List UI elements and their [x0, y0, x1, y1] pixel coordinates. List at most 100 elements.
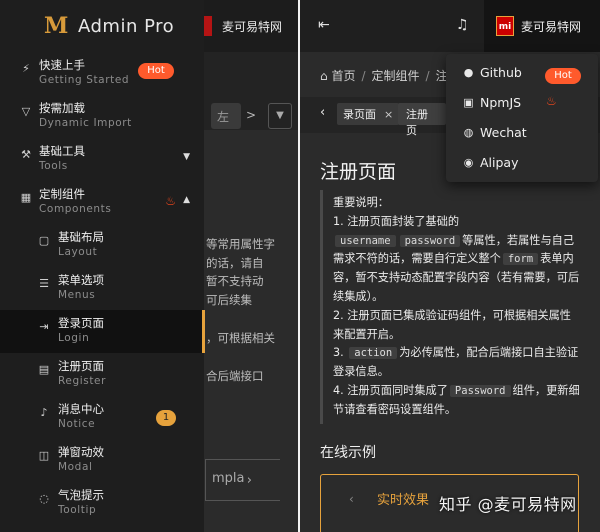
sidebar-item-label: 弹窗动效 [58, 445, 104, 459]
list-icon: ☰ [39, 277, 49, 290]
tab-live-demo[interactable]: 实时效果 [377, 489, 429, 508]
alipay-icon: ◉ [463, 156, 474, 169]
dropdown-item-alipay[interactable]: ◉ Alipay [446, 148, 598, 178]
user-name[interactable]: 麦可易特网 [521, 18, 581, 35]
dropdown-item-label: NpmJS [480, 95, 522, 110]
user-dropdown-menu: ● Github Hot ▣ NpmJS ♨ ◍ Wechat ◉ Alipay [446, 54, 598, 182]
sidebar-item-label: 基础布局 [58, 230, 104, 244]
background-demo-text: mpla [212, 471, 245, 486]
dropdown-item-wechat[interactable]: ◍ Wechat [446, 118, 598, 148]
user-avatar-logo: mi [496, 16, 514, 36]
sidebar-item-label: 消息中心 [58, 402, 104, 416]
notice-item-3: 3. action 为必传属性，配合后端接口自主验证登录信息。 [333, 344, 582, 382]
sidebar-item-dynamic-import[interactable]: ▽ 按需加载 Dynamic Import [0, 95, 204, 138]
chevron-left-icon[interactable]: ‹ [320, 105, 325, 120]
background-text: 合后端接口 [206, 369, 264, 383]
notice-item-1: 1. 注册页面封装了基础的 username password 等属性，若属性与自己… [333, 213, 582, 307]
wrench-icon: ⚒ [21, 148, 31, 161]
code-form: form [502, 253, 539, 266]
sidebar-item-sublabel: Dynamic Import [39, 117, 132, 129]
sidebar-item-sublabel: Notice [58, 418, 96, 430]
sidebar-item-label: 按需加载 [39, 101, 85, 115]
breadcrumb-home[interactable]: 首页 [331, 69, 355, 83]
bell-icon: ♪ [40, 406, 48, 419]
background-text: 可后续集 [206, 293, 252, 307]
close-icon[interactable]: × [384, 108, 393, 121]
sidebar: M Admin Pro ⚡ 快速上手 Getting Started Hot ▽… [0, 0, 205, 532]
notice-item-4: 4. 注册页面同时集成了 Password 组件，更新细节请查看密码设置组件。 [333, 382, 582, 420]
dropdown-item-label: Wechat [480, 125, 527, 140]
tab-login[interactable]: 录页面 × [337, 103, 400, 125]
sidebar-item-sublabel: Components [39, 203, 112, 215]
sidebar-item-menus[interactable]: ☰ 菜单选项 Menus [0, 267, 204, 310]
breadcrumb-components[interactable]: 定制组件 [372, 69, 420, 83]
chevron-down-icon: ▼ [183, 152, 190, 162]
notice-text: 4. 注册页面同时集成了 [333, 383, 448, 397]
right-screenshot-panel: ⇤ ♫ mi 麦可易特网 ⌂ 首页 / 定制组件 / 注 ‹ 录页面 × 注册页 注册页面… [300, 0, 600, 532]
github-icon: ● [463, 66, 474, 79]
sidebar-item-label: 定制组件 [39, 187, 85, 201]
flame-icon: ♨ [546, 94, 557, 108]
hot-badge: Hot [138, 63, 174, 79]
bolt-icon: ⚡ [22, 62, 30, 75]
wechat-icon: ◍ [463, 126, 474, 139]
sidebar-item-register[interactable]: ▤ 注册页面 Register [0, 353, 204, 396]
background-tab[interactable]: 左 [211, 103, 241, 129]
chevron-left-icon[interactable]: ‹ [349, 492, 354, 506]
sidebar-item-label: 注册页面 [58, 359, 104, 373]
notice-text: 1. 注册页面封装了基础的 [333, 214, 460, 228]
sidebar-item-sublabel: Modal [58, 461, 93, 473]
app-title: Admin Pro [78, 15, 175, 37]
menu-collapse-icon[interactable]: ⇤ [318, 17, 330, 33]
sidebar-item-layout[interactable]: ▢ 基础布局 Layout [0, 224, 204, 267]
npm-icon: ▣ [463, 96, 474, 109]
sidebar-item-sublabel: Menus [58, 289, 96, 301]
filter-icon: ▽ [21, 105, 31, 118]
register-icon: ▤ [38, 363, 50, 376]
sidebar-item-tooltip[interactable]: ◌ 气泡提示 Tooltip [0, 482, 204, 525]
sidebar-item-components[interactable]: ▦ 定制组件 Components ♨ ▲ [0, 181, 204, 224]
code-password-component: Password [449, 384, 511, 397]
sidebar-item-label: 登录页面 [58, 316, 104, 330]
chevron-down-icon[interactable]: ▼ [268, 103, 292, 129]
sidebar-item-sublabel: Login [58, 332, 90, 344]
login-icon: ⇥ [39, 320, 49, 333]
bell-icon[interactable]: ♫ [456, 17, 469, 33]
modal-icon: ◫ [38, 449, 50, 462]
sidebar-item-sublabel: Tooltip [58, 504, 97, 516]
dropdown-item-github[interactable]: ● Github Hot [446, 58, 598, 88]
background-brand-name: 麦可易特网 [222, 20, 283, 34]
sidebar-item-label: 基础工具 [39, 144, 85, 158]
tab-label: 录页面 [343, 108, 376, 121]
notice-count-badge: 1 [156, 410, 176, 426]
top-header: ⇤ ♫ mi 麦可易特网 [300, 0, 600, 52]
code-action: action [349, 347, 398, 360]
chevron-up-icon: ▲ [183, 195, 190, 205]
sidebar-item-label: 菜单选项 [58, 273, 104, 287]
logo-mark: M [44, 13, 69, 39]
chevron-right-icon[interactable]: > [246, 108, 256, 122]
page-title: 注册页面 [320, 161, 397, 183]
dropdown-item-npmjs[interactable]: ▣ NpmJS [446, 88, 598, 118]
tab-register[interactable]: 注册页 [398, 103, 446, 137]
background-text: 暂不支持动 [206, 274, 264, 288]
sidebar-item-notice[interactable]: ♪ 消息中心 Notice 1 [0, 396, 204, 439]
left-screenshot-panel: 麦可易特网 左 > ▼ 等常用属性字 的话，请自 暂不支持动 可后续集 ，可根据… [0, 0, 298, 532]
background-demo-box: mpla › [205, 459, 280, 501]
background-text: ，可根据相关 [206, 331, 275, 345]
flame-icon: ♨ [165, 194, 176, 208]
chevron-right-icon: › [246, 473, 252, 488]
sidebar-item-sublabel: Register [58, 375, 107, 387]
dropdown-item-label: Github [480, 65, 522, 80]
sidebar-item-getting-started[interactable]: ⚡ 快速上手 Getting Started Hot [0, 52, 204, 95]
sidebar-item-sublabel: Layout [58, 246, 98, 258]
code-username: username [335, 234, 396, 247]
sidebar-item-tools[interactable]: ⚒ 基础工具 Tools ▼ [0, 138, 204, 181]
sidebar-item-modal[interactable]: ◫ 弹窗动效 Modal [0, 439, 204, 482]
breadcrumb-separator: / [425, 69, 430, 83]
tab-label: 注册页 [406, 108, 428, 137]
sidebar-item-label: 气泡提示 [58, 488, 104, 502]
sidebar-logo[interactable]: M Admin Pro [0, 0, 204, 52]
background-brand-logo [204, 16, 212, 36]
sidebar-item-login[interactable]: ⇥ 登录页面 Login [0, 310, 205, 353]
